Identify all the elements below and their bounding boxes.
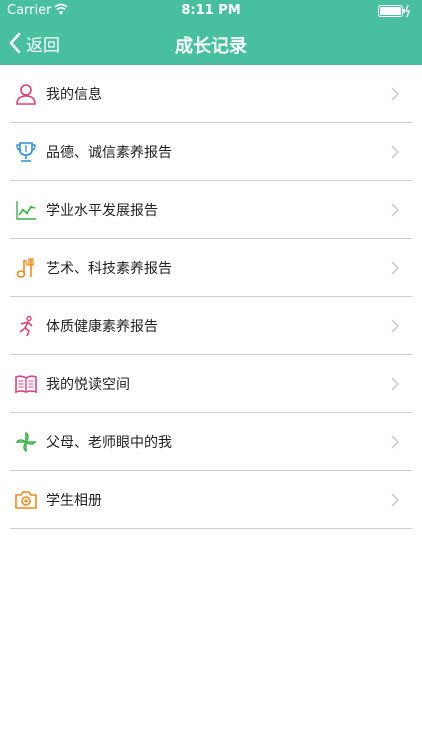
person-icon <box>14 82 38 106</box>
page-title: 成长记录 <box>175 36 247 57</box>
menu-list: 我的信息 品德、诚信素养报告 学业水平发展报告 艺术、科技素养报告 体质健康素养… <box>0 65 422 529</box>
menu-item-student-album[interactable]: 学生相册 <box>0 471 422 529</box>
status-bar: Carrier 8:11 PM <box>0 0 422 22</box>
runner-icon <box>14 314 38 338</box>
menu-item-label: 父母、老师眼中的我 <box>46 435 172 451</box>
menu-item-label: 体质健康素养报告 <box>46 319 158 335</box>
chevron-right-icon <box>391 319 400 333</box>
line-chart-icon <box>14 198 38 222</box>
menu-item-parent-teacher-view[interactable]: 父母、老师眼中的我 <box>0 413 422 471</box>
camera-icon <box>14 488 38 512</box>
chevron-right-icon <box>391 493 400 507</box>
menu-item-label: 我的悦读空间 <box>46 377 130 393</box>
chevron-right-icon <box>391 377 400 391</box>
nav-bar: 返回 成长记录 <box>0 22 422 65</box>
pinwheel-icon <box>14 430 38 454</box>
chevron-right-icon <box>391 145 400 159</box>
menu-item-art-tech-report[interactable]: 艺术、科技素养报告 <box>0 239 422 297</box>
status-time: 8:11 PM <box>181 3 241 18</box>
navigation-header: Carrier 8:11 PM 返回 成长记录 <box>0 0 422 65</box>
menu-item-academic-report[interactable]: 学业水平发展报告 <box>0 181 422 239</box>
chevron-right-icon <box>391 203 400 217</box>
trophy-icon <box>14 140 38 164</box>
menu-item-label: 品德、诚信素养报告 <box>46 145 172 161</box>
book-icon <box>14 372 38 396</box>
menu-item-my-info[interactable]: 我的信息 <box>0 65 422 123</box>
chevron-right-icon <box>391 87 400 101</box>
menu-item-reading-space[interactable]: 我的悦读空间 <box>0 355 422 413</box>
menu-item-label: 学生相册 <box>46 493 102 509</box>
menu-item-fitness-report[interactable]: 体质健康素养报告 <box>0 297 422 355</box>
menu-item-moral-report[interactable]: 品德、诚信素养报告 <box>0 123 422 181</box>
menu-item-label: 艺术、科技素养报告 <box>46 261 172 277</box>
chevron-right-icon <box>391 261 400 275</box>
menu-item-label: 学业水平发展报告 <box>46 203 158 219</box>
menu-item-label: 我的信息 <box>46 87 102 103</box>
battery-icon <box>378 4 412 18</box>
music-icon <box>14 256 38 280</box>
chevron-right-icon <box>391 435 400 449</box>
